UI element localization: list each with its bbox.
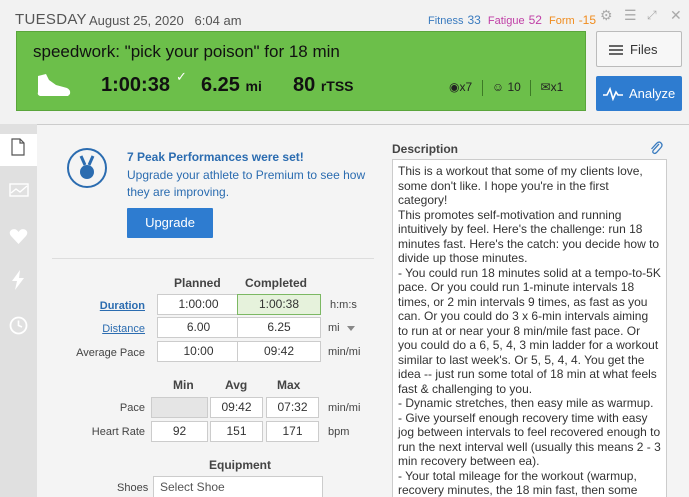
menu-icon[interactable]: ☰ [624, 7, 637, 24]
hr-unit: bpm [328, 426, 350, 438]
workout-header: TUESDAY August 25, 2020 6:04 am Fitness 3… [0, 0, 689, 124]
duration-completed-input[interactable]: 1:00:38 [237, 294, 321, 315]
pace-row-label: Pace [119, 402, 145, 414]
pace-min-input[interactable] [151, 397, 208, 418]
completed-header: Completed [245, 276, 308, 290]
tss-unit: rTSS [320, 78, 354, 94]
banner-distance: 6.25 mi [201, 74, 262, 97]
chart-icon[interactable] [9, 183, 29, 197]
hr-min-input[interactable]: 92 [151, 421, 208, 442]
summary-panel: 7 Peak Performances were set! Upgrade yo… [37, 124, 689, 497]
smiley-icon: ☺ [491, 80, 505, 95]
shoe-select[interactable]: Select Shoe [153, 476, 323, 497]
shoes-label: Shoes [117, 482, 149, 494]
files-button[interactable]: Files [596, 31, 682, 67]
workout-time: 6:04 am [194, 13, 242, 28]
fitness-metrics: Fitness 33 Fatigue 52 Form -15 [428, 13, 600, 27]
date-time: August 25, 2020 6:04 am [89, 13, 242, 28]
distance-planned-input[interactable]: 6.00 [157, 317, 240, 338]
duration-unit: h:m:s [330, 299, 357, 311]
fitness-value: 33 [467, 13, 481, 27]
banner-stats: ◉x7 ☺ 10 ✉x1 [449, 80, 563, 96]
peak-count[interactable]: x7 [459, 80, 472, 94]
min-header: Min [173, 378, 194, 392]
document-icon[interactable] [11, 138, 25, 156]
paperclip-icon[interactable] [649, 140, 663, 156]
peak-medal-badge [67, 148, 107, 188]
pace-max-input[interactable]: 07:32 [266, 397, 319, 418]
hr-max-input[interactable]: 171 [266, 421, 319, 442]
heart-icon[interactable] [9, 228, 28, 245]
running-shoe-icon [37, 74, 71, 96]
pace-unit: min/mi [328, 346, 361, 358]
section-divider [52, 258, 374, 259]
peak-performances-title: 7 Peak Performances were set! [127, 150, 304, 164]
side-tab-rail [0, 124, 37, 497]
banner-duration: 1:00:38 [101, 74, 170, 96]
pace-completed-input[interactable]: 09:42 [237, 341, 321, 362]
upgrade-button[interactable]: Upgrade [127, 208, 213, 238]
day-name: TUESDAY [15, 11, 87, 28]
pace-minmax-unit: min/mi [328, 402, 361, 414]
analyze-icon [603, 87, 623, 101]
distance-unit: mi [245, 78, 262, 94]
description-textarea[interactable]: This is a workout that some of my client… [392, 159, 667, 497]
heart-rate-label: Heart Rate [91, 426, 145, 438]
fitness-label: Fitness [428, 15, 464, 27]
tss-value: 80 [293, 74, 316, 96]
average-pace-label: Average Pace [76, 347, 145, 359]
shoe-select-placeholder: Select Shoe [160, 480, 225, 494]
form-label: Form [549, 15, 575, 27]
analyze-button[interactable]: Analyze [596, 76, 682, 111]
fatigue-value: 52 [528, 13, 542, 27]
comments-icon: ✉ [540, 80, 551, 95]
feeling-value[interactable]: 10 [507, 80, 520, 94]
chevron-down-icon[interactable] [347, 326, 355, 331]
close-icon[interactable]: ✕ [670, 7, 682, 24]
files-label: Files [630, 42, 658, 57]
workout-date: August 25, 2020 [89, 13, 184, 28]
power-bolt-icon[interactable] [11, 270, 25, 290]
completed-check-icon: ✓ [176, 69, 187, 84]
medal-icon: ◉ [449, 80, 460, 95]
duration-planned-input[interactable]: 1:00:00 [157, 294, 240, 315]
workout-banner: speedwork: "pick your poison" for 18 min… [16, 31, 586, 111]
planned-header: Planned [174, 276, 221, 290]
analyze-label: Analyze [629, 86, 676, 101]
max-header: Max [277, 378, 301, 392]
workout-title[interactable]: speedwork: "pick your poison" for 18 min [33, 42, 340, 62]
clock-icon[interactable] [9, 316, 28, 335]
peak-performances-text: Upgrade your athlete to Premium to see h… [127, 168, 366, 199]
banner-tss: 80 rTSS [293, 74, 354, 97]
equipment-header: Equipment [209, 458, 271, 472]
hr-avg-input[interactable]: 151 [210, 421, 263, 442]
gear-icon[interactable]: ⚙ [600, 7, 613, 24]
medal-icon [79, 155, 95, 179]
fatigue-label: Fatigue [487, 15, 525, 27]
form-value: -15 [578, 13, 597, 27]
avg-header: Avg [225, 378, 248, 392]
expand-icon[interactable]: ⤢ [647, 8, 657, 23]
pace-avg-input[interactable]: 09:42 [210, 397, 263, 418]
files-icon [609, 45, 623, 55]
window-controls: ⚙ ☰ ⤢ ✕ [600, 7, 686, 25]
distance-label[interactable]: Distance [45, 323, 145, 335]
comments-count[interactable]: x1 [551, 80, 564, 94]
distance-completed-input[interactable]: 6.25 [237, 317, 321, 338]
duration-label[interactable]: Duration [45, 300, 145, 312]
distance-value: 6.25 [201, 74, 240, 96]
pace-planned-input[interactable]: 10:00 [157, 341, 240, 362]
description-header: Description [392, 142, 459, 156]
distance-unit-select[interactable]: mi [328, 322, 340, 334]
